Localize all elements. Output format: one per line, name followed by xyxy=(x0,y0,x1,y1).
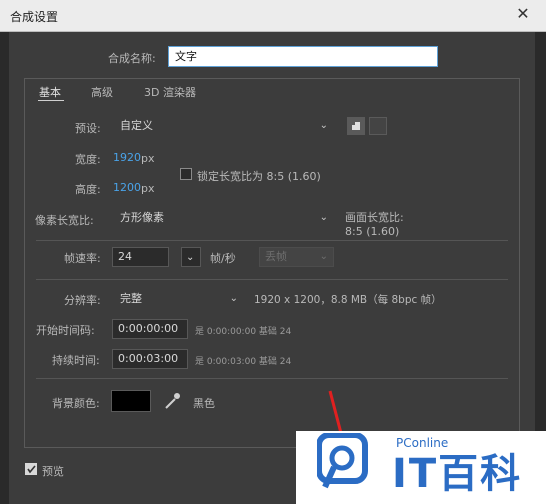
frame-aspect-label: 画面长宽比: xyxy=(345,211,404,224)
tab-basic-underline xyxy=(38,100,64,101)
save-preset-button[interactable] xyxy=(347,117,365,135)
height-unit: px xyxy=(141,182,155,195)
resolution-value: 完整 xyxy=(120,292,142,305)
title-bar xyxy=(0,0,546,32)
preset-label: 预设: xyxy=(75,122,101,135)
frame-rate-label: 帧速率: xyxy=(64,252,101,265)
save-preset-icon xyxy=(352,122,360,130)
pixel-aspect-value: 方形像素 xyxy=(120,211,164,224)
comp-name-input[interactable]: 文字 xyxy=(168,46,438,67)
background-color-swatch[interactable] xyxy=(111,390,151,412)
pixel-aspect-select[interactable]: 方形像素 ⌄ xyxy=(114,208,334,228)
resolution-label: 分辨率: xyxy=(64,294,101,307)
eyedropper-icon[interactable] xyxy=(162,391,182,411)
start-timecode-input[interactable]: 0:00:00:00 xyxy=(112,319,188,339)
tab-advanced[interactable]: 高级 xyxy=(91,84,113,100)
preset-value: 自定义 xyxy=(120,119,153,132)
start-timecode-label: 开始时间码: xyxy=(36,324,95,337)
chevron-down-icon: ⌄ xyxy=(229,293,238,304)
chevron-down-icon: ⌄ xyxy=(319,212,328,223)
separator xyxy=(36,378,508,379)
watermark-big-text: IT百科 xyxy=(392,451,523,497)
chevron-down-icon: ⌄ xyxy=(319,120,328,131)
separator xyxy=(36,240,508,241)
chevron-down-icon: ⌄ xyxy=(186,252,195,263)
lock-ratio-checkbox[interactable] xyxy=(180,168,192,180)
width-label: 宽度: xyxy=(75,153,101,166)
duration-note: 是 0:00:03:00 基础 24 xyxy=(195,357,292,367)
width-value[interactable]: 1920 xyxy=(113,151,141,164)
width-unit: px xyxy=(141,152,155,165)
height-value[interactable]: 1200 xyxy=(113,181,141,194)
preview-label: 预览 xyxy=(42,465,64,478)
frame-rate-unit: 帧/秒 xyxy=(210,252,236,265)
close-icon[interactable]: ✕ xyxy=(514,5,532,23)
tab-3d-renderer[interactable]: 3D 渲染器 xyxy=(144,84,196,100)
tab-basic[interactable]: 基本 xyxy=(39,84,61,100)
preset-select[interactable]: 自定义 ⌄ xyxy=(114,116,334,136)
lock-ratio-label: 锁定长宽比为 8:5 (1.60) xyxy=(197,170,321,183)
comp-name-label: 合成名称: xyxy=(108,52,156,65)
preview-checkbox[interactable] xyxy=(25,463,37,475)
frame-aspect-value: 8:5 (1.60) xyxy=(345,225,400,238)
background-left-edge xyxy=(0,32,9,504)
start-timecode-note: 是 0:00:00:00 基础 24 xyxy=(195,327,292,337)
duration-label: 持续时间: xyxy=(52,354,100,367)
duration-input[interactable]: 0:00:03:00 xyxy=(112,349,188,369)
frame-rate-input[interactable]: 24 xyxy=(112,247,169,267)
frame-rate-dropdown[interactable]: ⌄ xyxy=(181,247,201,267)
background-color-name: 黑色 xyxy=(193,397,215,410)
drop-frame-value: 丢帧 xyxy=(265,250,287,263)
chevron-down-icon: ⌄ xyxy=(319,251,328,262)
drop-frame-select[interactable]: 丢帧 ⌄ xyxy=(259,247,334,267)
separator xyxy=(36,279,508,280)
pixel-aspect-label: 像素长宽比: xyxy=(35,214,94,227)
checkmark-icon xyxy=(27,465,36,474)
window-title: 合成设置 xyxy=(10,10,59,24)
delete-preset-button[interactable] xyxy=(369,117,387,135)
resolution-info: 1920 x 1200，8.8 MB（每 8bpc 帧） xyxy=(254,294,442,306)
height-label: 高度: xyxy=(75,183,101,196)
magnifier-logo-icon xyxy=(316,432,369,491)
resolution-select[interactable]: 完整 ⌄ xyxy=(114,289,244,309)
background-color-label: 背景颜色: xyxy=(52,397,100,410)
